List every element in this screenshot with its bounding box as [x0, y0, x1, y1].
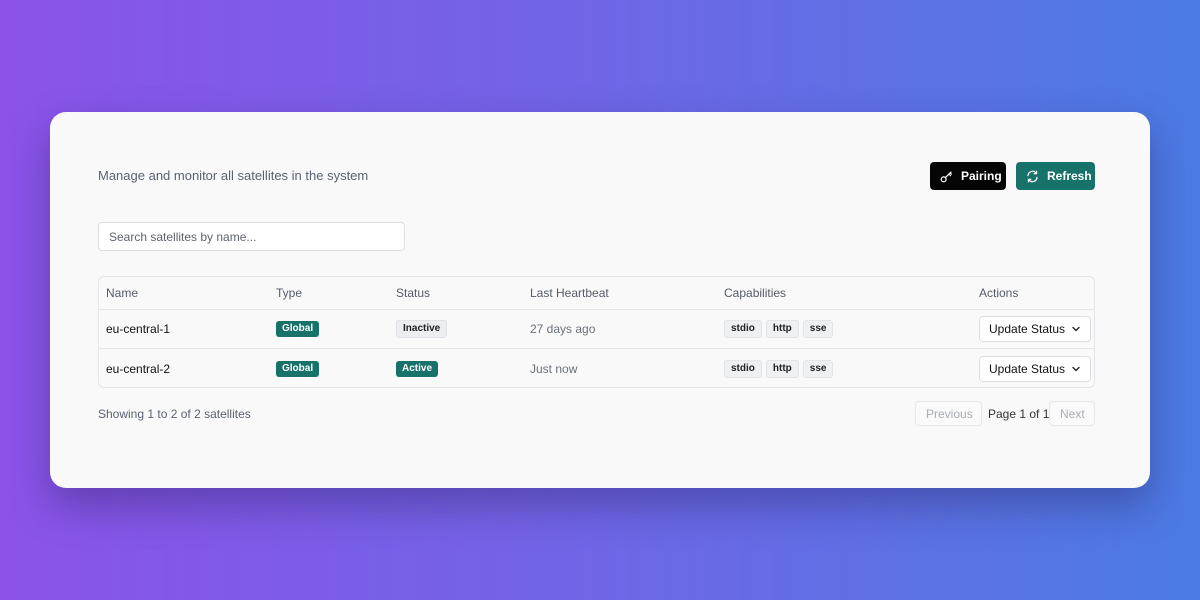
last-heartbeat: 27 days ago	[530, 322, 596, 336]
last-heartbeat: Just now	[530, 361, 578, 376]
pairing-button-label: Pairing	[961, 169, 1002, 183]
satellites-table: Name Type Status Last Heartbeat Capabili…	[98, 276, 1095, 388]
page-subtitle: Manage and monitor all satellites in the…	[98, 168, 369, 183]
status-badge: Inactive	[396, 320, 448, 338]
column-header-status: Status	[396, 286, 431, 300]
update-status-button[interactable]: Update Status	[979, 355, 1092, 382]
capability-badge: http	[765, 320, 799, 338]
column-header-actions: Actions	[979, 286, 1019, 300]
pagination-summary: Showing 1 to 2 of 2 satellites	[98, 407, 251, 421]
page-indicator: Page 1 of 1	[988, 407, 1050, 421]
type-badge: Global	[276, 321, 320, 337]
update-status-label: Update Status	[989, 322, 1066, 336]
satellites-card: Manage and monitor all satellites in the…	[50, 112, 1150, 488]
satellite-name: eu-central-2	[106, 361, 171, 376]
column-header-last-heartbeat: Last Heartbeat	[530, 286, 609, 300]
search-input[interactable]	[98, 222, 405, 251]
type-badge: Global	[276, 360, 320, 377]
next-page-button[interactable]: Next	[1049, 401, 1095, 426]
capability-badge: stdio	[724, 359, 762, 378]
column-header-capabilities: Capabilities	[724, 286, 787, 300]
capability-badge: sse	[802, 359, 834, 378]
chevron-down-icon	[1072, 326, 1080, 332]
table-row: eu-central-2 Global Active Just now stdi…	[99, 349, 1094, 387]
satellite-name: eu-central-1	[106, 322, 171, 336]
previous-page-button[interactable]: Previous	[915, 401, 982, 426]
chevron-down-icon	[1072, 366, 1080, 371]
column-header-name: Name	[106, 286, 139, 300]
column-header-type: Type	[276, 286, 303, 300]
table-header: Name Type Status Last Heartbeat Capabili…	[99, 277, 1094, 310]
pairing-button[interactable]: Pairing	[930, 162, 1006, 190]
refresh-icon	[1027, 170, 1038, 182]
status-badge: Active	[396, 360, 439, 377]
key-icon	[940, 170, 952, 182]
capability-badge: sse	[802, 320, 834, 338]
capability-badge: stdio	[724, 320, 762, 338]
refresh-button[interactable]: Refresh	[1016, 162, 1095, 190]
capability-badge: http	[765, 359, 799, 378]
update-status-button[interactable]: Update Status	[979, 316, 1092, 342]
table-row: eu-central-1 Global Inactive 27 days ago…	[99, 310, 1094, 349]
refresh-button-label: Refresh	[1047, 169, 1092, 183]
update-status-label: Update Status	[989, 361, 1066, 376]
